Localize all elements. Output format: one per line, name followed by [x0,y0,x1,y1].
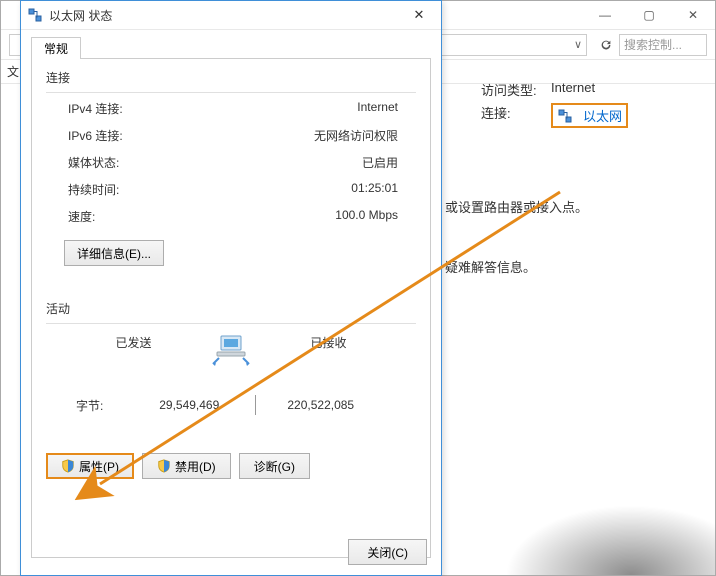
bg-text-1: 或设置路由器或接入点。 [445,197,588,216]
dialog-footer: 关闭(C) [348,539,427,565]
shield-icon [61,459,75,473]
menu-file[interactable]: 文 [7,63,19,80]
sent-label: 已发送 [76,334,191,373]
network-icon [557,108,573,124]
activity-section: 活动 已发送 [46,300,416,427]
ethernet-link[interactable]: 以太网 [551,103,628,128]
speed-value: 100.0 Mbps [335,208,398,225]
bg-text-2: 疑难解答信息。 [445,257,536,276]
ethernet-status-dialog: 以太网 状态 ✕ 常规 连接 IPv4 连接: Internet IPv6 连接:… [20,0,442,576]
network-icon [27,7,43,23]
ipv4-value: Internet [357,100,398,117]
close-dialog-button[interactable]: 关闭(C) [348,539,427,565]
decorative-shadow [505,505,715,575]
refresh-button[interactable] [593,34,619,56]
sent-value: 29,549,469 [124,398,255,412]
received-value: 220,522,085 [256,398,387,412]
bytes-label: 字节: [76,397,124,414]
ipv6-value: 无网络访问权限 [314,127,398,144]
media-state-value: 已启用 [362,154,398,171]
duration-label: 持续时间: [68,181,119,198]
dialog-titlebar[interactable]: 以太网 状态 ✕ [21,1,441,30]
activity-section-title: 活动 [46,300,416,317]
details-button[interactable]: 详细信息(E)... [64,240,164,266]
diagnose-button[interactable]: 诊断(G) [239,453,310,479]
dialog-close-button[interactable]: ✕ [401,4,437,26]
tab-content-general: 连接 IPv4 连接: Internet IPv6 连接: 无网络访问权限 媒体状态… [31,58,431,558]
duration-value: 01:25:01 [351,181,398,198]
connection-groupbox: IPv4 连接: Internet IPv6 连接: 无网络访问权限 媒体状态: 已启… [46,92,416,276]
shield-icon [157,459,171,473]
ipv4-label: IPv4 连接: [68,100,123,117]
minimize-button[interactable]: — [583,1,627,29]
ipv6-label: IPv6 连接: [68,127,123,144]
speed-label: 速度: [68,208,95,225]
connection-label: 连接: [481,103,551,128]
connection-section-title: 连接 [46,69,416,86]
tab-general[interactable]: 常规 [31,37,81,59]
access-type-label: 访问类型: [481,80,551,99]
maximize-button[interactable]: ▢ [627,1,671,29]
chevron-down-icon: ∨ [574,38,582,51]
media-state-label: 媒体状态: [68,154,119,171]
access-type-value: Internet [551,80,595,99]
computer-icon [207,334,255,373]
search-input[interactable]: 搜索控制... [619,34,707,56]
ethernet-link-text: 以太网 [583,106,622,125]
properties-button[interactable]: 属性(P) [46,453,134,479]
dialog-title: 以太网 状态 [49,7,401,24]
disable-button[interactable]: 禁用(D) [142,453,231,479]
received-label: 已接收 [271,334,386,373]
network-summary: 访问类型: Internet 连接: 以太网 [481,76,701,132]
tabstrip: 常规 [31,36,431,58]
close-button[interactable]: ✕ [671,1,715,29]
properties-button-label: 属性(P) [79,458,119,475]
disable-button-label: 禁用(D) [175,458,216,475]
action-button-row: 属性(P) 禁用(D) 诊断(G) [46,453,416,479]
